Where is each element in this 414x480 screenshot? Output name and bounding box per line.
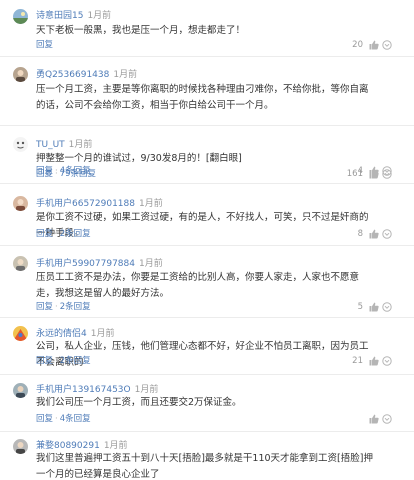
portrait-avatar[interactable] [13, 439, 28, 454]
more-options-icon[interactable] [382, 414, 392, 424]
comment-time: 1月前 [87, 11, 112, 21]
comment-item: 兼婺80890291 1月前 我们这里普遍押工资五十到八十天[捂脸]最多就是干11… [0, 431, 414, 480]
username[interactable]: 手机用户59907797884 [36, 259, 135, 269]
comment-time: 1月前 [68, 140, 93, 150]
comment-item: TU_UT 1月前 押整整一个月的谁试过，9/30发8月的！[翻白眼] 回复 · 79… [0, 125, 414, 184]
comment-text: 压员工工资不是办法，你要是工资给的比别人高，你要人家走，人家也不愿意走，我想这是… [36, 272, 360, 299]
comment-item: 勇Q2536691438 1月前 压一个月工资，主要是等你离职的时候找各种理由刁难… [0, 56, 414, 176]
cartoon-avatar[interactable] [13, 137, 28, 152]
portrait-avatar[interactable] [13, 383, 28, 398]
like-count: 5 [357, 302, 363, 312]
portrait-avatar[interactable] [13, 256, 28, 271]
comment-text: 压一个月工资，主要是等你离职的时候找各种理由刁难你，不给你批，等你自离的话，公司… [36, 84, 369, 111]
view-replies-link[interactable]: 4条回复 [60, 414, 91, 424]
more-options-icon[interactable] [382, 356, 392, 366]
more-options-icon[interactable] [382, 229, 392, 239]
portrait-avatar[interactable] [13, 196, 28, 211]
portrait-avatar[interactable] [13, 67, 28, 82]
comment-time: 1月前 [134, 385, 159, 395]
like-count: 20 [352, 40, 363, 50]
comment-text: 我们这里普遍押工资五十到八十天[捂脸]最多就是干110天才能拿到工资[捂脸]押一… [36, 453, 373, 480]
thumbs-up-icon[interactable] [369, 302, 379, 312]
thumbs-up-icon[interactable] [369, 169, 379, 179]
comment-time: 1月前 [139, 199, 163, 209]
reply-button[interactable]: 回复 [36, 229, 53, 239]
comment-item: 永远的倩侣4 1月前 公司，私人企业，压钱，他们管理心态都不好，好企业不怕员工离职… [0, 317, 414, 375]
thumbs-up-icon[interactable] [369, 414, 379, 424]
username[interactable]: 兼婺80890291 [36, 441, 100, 451]
more-options-icon[interactable] [382, 302, 392, 312]
landscape-avatar[interactable] [13, 9, 28, 24]
reply-button[interactable]: 回复 [36, 169, 53, 179]
thumbs-up-icon[interactable] [369, 356, 379, 366]
comment-text: 天下老板一般黑，我也是压一个月，想走都走了！ [36, 25, 246, 36]
reply-button[interactable]: 回复 [36, 414, 53, 424]
like-count: 8 [357, 229, 363, 239]
view-replies-link[interactable]: 79条回复 [60, 169, 96, 179]
view-replies-link[interactable]: 2条回复 [60, 302, 91, 312]
comment-item: 手机用户66572901188 1月前 是你工资不过硬，如果工资过硬，有的是人，不… [0, 183, 414, 246]
reply-button[interactable]: 回复 [36, 302, 53, 312]
username[interactable]: 永远的倩侣4 [36, 329, 87, 339]
comment-item: 手机用户139167453O 1月前 我们公司压一个月工资，而且还要交2万保证金。… [0, 374, 414, 432]
like-count: 21 [352, 356, 363, 366]
more-options-icon[interactable] [382, 40, 392, 50]
username[interactable]: 手机用户66572901188 [36, 199, 135, 209]
comment-text: 我们公司压一个月工资，而且还要交2万保证金。 [36, 397, 242, 408]
comment-feed: 诗意田园15 1月前 天下老板一般黑，我也是压一个月，想走都走了！ 回复 20 勇… [0, 0, 414, 480]
more-options-icon[interactable] [382, 169, 392, 179]
reply-button[interactable]: 回复 [36, 40, 53, 50]
username[interactable]: 勇Q2536691438 [36, 70, 109, 80]
comment-text: 押整整一个月的谁试过，9/30发8月的！[翻白眼] [36, 153, 242, 164]
username[interactable]: 手机用户139167453O [36, 385, 131, 395]
reply-button[interactable]: 回复 [36, 356, 53, 366]
colorful-avatar[interactable] [13, 326, 28, 341]
comment-time: 1月前 [139, 259, 163, 269]
username[interactable]: TU_UT [36, 140, 65, 150]
comment-item: 手机用户59907797884 1月前 压员工工资不是办法，你要是工资给的比别人高… [0, 245, 414, 318]
comment-time: 1月前 [113, 70, 138, 80]
comment-time: 1月前 [90, 329, 115, 339]
view-replies-link[interactable]: 2条回复 [60, 356, 91, 366]
comment-item: 诗意田园15 1月前 天下老板一般黑，我也是压一个月，想走都走了！ 回复 20 [0, 0, 414, 56]
thumbs-up-icon[interactable] [369, 229, 379, 239]
like-count: 161 [346, 169, 363, 179]
view-replies-link[interactable]: 2条回复 [60, 229, 91, 239]
username[interactable]: 诗意田园15 [36, 11, 83, 21]
thumbs-up-icon[interactable] [369, 40, 379, 50]
comment-time: 1月前 [103, 441, 128, 451]
